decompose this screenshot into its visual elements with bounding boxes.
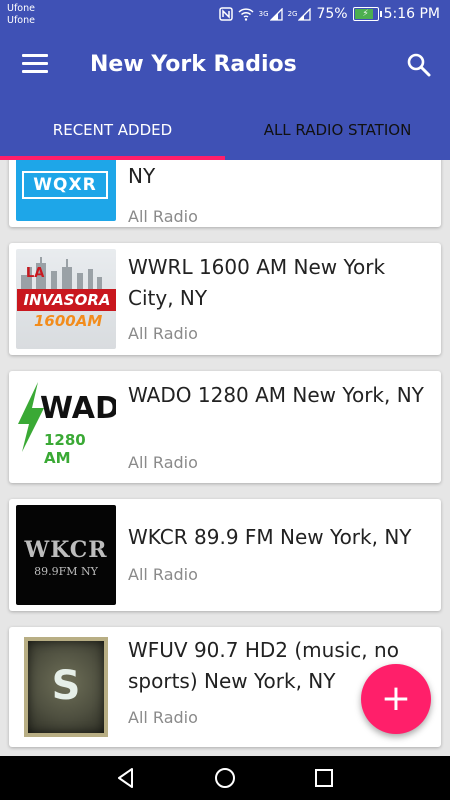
logo-text: 1600AM — [34, 312, 103, 330]
system-nav-bar — [0, 756, 450, 800]
tab-recent-added[interactable]: RECENT ADDED — [0, 100, 225, 160]
station-title: WADO 1280 AM New York, NY — [128, 383, 424, 407]
station-category: All Radio — [128, 324, 198, 343]
list-item[interactable]: WAD 1280 AM WADO 1280 AM New York, NY Al… — [9, 371, 441, 483]
list-item[interactable]: WKCR 89.9FM NY WKCR 89.9 FM New York, NY… — [9, 499, 441, 611]
logo-text: WQXR — [22, 171, 108, 199]
station-logo: WKCR 89.9FM NY — [16, 505, 116, 605]
recents-icon[interactable] — [310, 764, 338, 792]
list-item[interactable]: LA INVASORA 1600AM WWRL 1600 AM New York… — [9, 243, 441, 355]
station-title: WWRL 1600 AM New York City, NY — [128, 255, 386, 310]
status-icons: 3G 2G 75% ⚡ 5:16 PM — [218, 6, 440, 22]
logo-tile: S — [24, 637, 108, 737]
carrier-info: Ufone Ufone — [7, 3, 35, 27]
wifi-icon — [238, 7, 254, 21]
logo-text: 89.9FM NY — [34, 565, 98, 578]
carrier-name: Ufone — [7, 15, 35, 26]
clock: 5:16 PM — [383, 6, 440, 22]
status-bar: Ufone Ufone 3G 2G 75% ⚡ 5:16 PM — [0, 0, 450, 32]
battery-icon: ⚡ — [352, 7, 382, 21]
nfc-icon — [218, 7, 233, 21]
station-logo: WQXR — [16, 160, 116, 221]
station-title: WKCR 89.9 FM New York, NY — [128, 525, 412, 549]
station-category: All Radio — [128, 207, 198, 226]
station-category: All Radio — [128, 708, 198, 727]
signal-icon — [269, 7, 283, 21]
tab-bar: RECENT ADDED ALL RADIO STATION — [0, 100, 450, 160]
network-type-1: 3G — [258, 10, 269, 18]
list-item[interactable]: WQXR NY All Radio — [9, 160, 441, 227]
battery-percent: 75% — [316, 6, 348, 22]
page-title: New York Radios — [90, 52, 297, 77]
app-bar: New York Radios — [0, 32, 450, 100]
logo-text: 1280 AM — [44, 431, 86, 467]
back-icon[interactable] — [112, 764, 140, 792]
menu-icon[interactable] — [22, 54, 48, 76]
logo-text: S — [51, 663, 81, 709]
home-icon[interactable] — [211, 764, 239, 792]
logo-text: LA — [26, 266, 45, 281]
logo-text: WKCR — [24, 537, 108, 563]
station-category: All Radio — [128, 565, 198, 584]
station-title: NY — [128, 164, 156, 188]
tab-all-radio-station[interactable]: ALL RADIO STATION — [225, 100, 450, 160]
logo-text: WAD — [40, 391, 116, 426]
station-logo: LA INVASORA 1600AM — [16, 249, 116, 349]
station-category: All Radio — [128, 453, 198, 472]
signal-icon — [298, 7, 312, 21]
carrier-name: Ufone — [7, 3, 35, 14]
station-logo: S — [16, 633, 116, 741]
station-logo: WAD 1280 AM — [16, 377, 116, 477]
add-button[interactable]: + — [361, 664, 431, 734]
search-icon[interactable] — [406, 52, 432, 78]
network-type-2: 2G — [287, 10, 298, 18]
logo-text: INVASORA — [17, 289, 116, 311]
